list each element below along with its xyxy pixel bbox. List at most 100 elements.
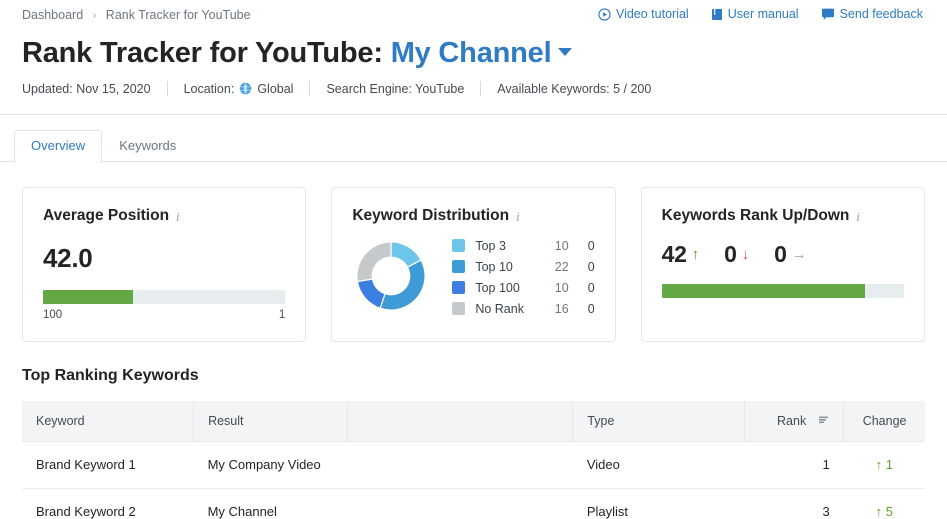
legend-value: 16	[535, 302, 569, 316]
page-title-prefix: Rank Tracker for YouTube:	[22, 37, 383, 69]
meta-search-engine: Search Engine: YouTube	[326, 82, 464, 96]
card-rank-up-down-title: Keywords Rank Up/Down i	[662, 207, 904, 225]
table-header-label: Keyword	[36, 414, 85, 428]
legend-secondary-value: 0	[569, 260, 595, 274]
legend-label: Top 100	[475, 281, 519, 295]
rank-count: 0	[724, 241, 737, 268]
table-header-keyword[interactable]: Keyword	[22, 401, 194, 441]
change-value: ↑ 5	[876, 504, 893, 519]
sort-descending-icon[interactable]	[818, 415, 829, 426]
cell-keyword: Brand Keyword 1	[22, 441, 194, 488]
average-position-progress-fill	[43, 290, 133, 304]
card-rank-up-down: Keywords Rank Up/Down i 42↑0↓0→	[641, 187, 925, 342]
page-title: Rank Tracker for YouTube: My Channel	[22, 34, 925, 72]
breadcrumb-dashboard-link[interactable]: Dashboard	[22, 8, 83, 22]
legend-row: No Rank 160	[452, 298, 594, 319]
legend-label: No Rank	[475, 302, 524, 316]
cell-blank	[347, 488, 573, 519]
card-average-position-label: Average Position	[43, 207, 169, 225]
cell-change: ↑ 5	[844, 488, 925, 519]
legend-swatch-icon	[452, 302, 465, 315]
rank-count: 42	[662, 241, 687, 268]
table-header-label: Rank	[777, 414, 806, 428]
top-links: Video tutorial User manual Send feedback	[598, 7, 923, 21]
rank-arrow-flat-group: 0→	[774, 241, 807, 268]
legend-secondary-value: 0	[569, 302, 595, 316]
cell-type: Playlist	[573, 488, 745, 519]
arrow-up-icon: ↑	[876, 457, 883, 472]
info-icon[interactable]: i	[516, 210, 520, 223]
arrow-up-icon: ↑	[692, 247, 700, 262]
info-icon[interactable]: i	[176, 210, 180, 223]
table-header-type[interactable]: Type	[573, 401, 745, 441]
meta-available-keywords: Available Keywords: 5 / 200	[497, 82, 651, 96]
table-header-label: Change	[863, 414, 907, 428]
table-header-label: Type	[587, 414, 614, 428]
cell-type: Video	[573, 441, 745, 488]
chevron-down-icon[interactable]	[558, 48, 572, 56]
legend-swatch-icon	[452, 281, 465, 294]
rank-count: 0	[774, 241, 787, 268]
legend-label: Top 10	[475, 260, 513, 274]
cell-rank: 3	[744, 488, 843, 519]
table-header-change[interactable]: Change	[844, 401, 925, 441]
arrow-flat-icon: →	[792, 247, 807, 262]
table-row[interactable]: Brand Keyword 1My Company VideoVideo1↑ 1	[22, 441, 925, 488]
tab-overview[interactable]: Overview	[14, 130, 102, 163]
top-ranking-keywords-title: Top Ranking Keywords	[0, 342, 947, 385]
legend-value: 10	[535, 239, 569, 253]
legend-swatch-icon	[452, 260, 465, 273]
card-keyword-distribution-label: Keyword Distribution	[352, 207, 509, 225]
card-keyword-distribution: Keyword Distribution i Top 3100Top 10220…	[331, 187, 615, 342]
keyword-distribution-body: Top 3100Top 10220Top 100100No Rank160	[352, 235, 594, 319]
rank-arrow-down-group: 0↓	[724, 241, 749, 268]
send-feedback-link[interactable]: Send feedback	[821, 7, 923, 21]
legend-value: 10	[535, 281, 569, 295]
scale-right: 1	[279, 309, 285, 321]
rank-arrow-up-group: 42 ↑	[662, 241, 699, 268]
meta-divider	[480, 81, 481, 96]
play-circle-icon	[598, 8, 611, 21]
header-divider	[0, 114, 947, 115]
meta-updated: Updated: Nov 15, 2020	[22, 82, 151, 96]
sort-icon-wrap[interactable]	[812, 415, 829, 426]
average-position-progress-bar	[43, 290, 285, 304]
legend-secondary-value: 0	[569, 281, 595, 295]
breadcrumb-separator-icon: ›	[93, 10, 97, 22]
summary-cards: Average Position i 42.0 100 1 Keyword Di…	[0, 162, 947, 342]
legend-row: Top 3100	[452, 235, 594, 256]
globe-icon	[239, 82, 252, 95]
table-header-row: Keyword Result Type Rank Change	[22, 401, 925, 441]
book-icon	[711, 8, 723, 21]
tabs: Overview Keywords	[14, 130, 947, 162]
average-position-value: 42.0	[43, 243, 285, 274]
rank-up-down-progress-fill	[662, 284, 866, 298]
arrow-down-icon: ↓	[742, 247, 750, 262]
info-icon[interactable]: i	[856, 210, 860, 223]
legend-swatch-icon	[452, 239, 465, 252]
meta-row: Updated: Nov 15, 2020 Location: Global S…	[0, 72, 947, 96]
meta-location: Location: Global	[184, 82, 294, 96]
table-header-rank[interactable]: Rank	[744, 401, 843, 441]
cell-keyword: Brand Keyword 2	[22, 488, 194, 519]
video-tutorial-link[interactable]: Video tutorial	[598, 7, 689, 21]
video-tutorial-label: Video tutorial	[616, 7, 689, 21]
card-average-position: Average Position i 42.0 100 1	[22, 187, 306, 342]
rank-up-down-values: 42↑0↓0→	[662, 241, 904, 268]
channel-selector[interactable]: My Channel	[391, 37, 573, 69]
cell-rank: 1	[744, 441, 843, 488]
keyword-distribution-legend: Top 3100Top 10220Top 100100No Rank160	[452, 235, 594, 319]
donut-segment-top-10	[380, 260, 425, 310]
table-row[interactable]: Brand Keyword 2My Channel Playlist3 ↑ 5	[22, 488, 925, 519]
arrow-up-icon: ↑	[876, 504, 883, 519]
page-header: Rank Tracker for YouTube: My Channel	[0, 30, 947, 72]
meta-divider	[167, 81, 168, 96]
user-manual-label: User manual	[728, 7, 799, 21]
tab-keywords[interactable]: Keywords	[102, 130, 193, 162]
user-manual-link[interactable]: User manual	[711, 7, 799, 21]
keywords-table-wrap: Keyword Result Type Rank Change Brand Keywor…	[0, 385, 947, 519]
table-header-result[interactable]: Result	[194, 401, 348, 441]
legend-secondary-value: 0	[569, 239, 595, 253]
cell-change: ↑ 1	[844, 441, 925, 488]
cell-result: My Channel	[194, 488, 348, 519]
